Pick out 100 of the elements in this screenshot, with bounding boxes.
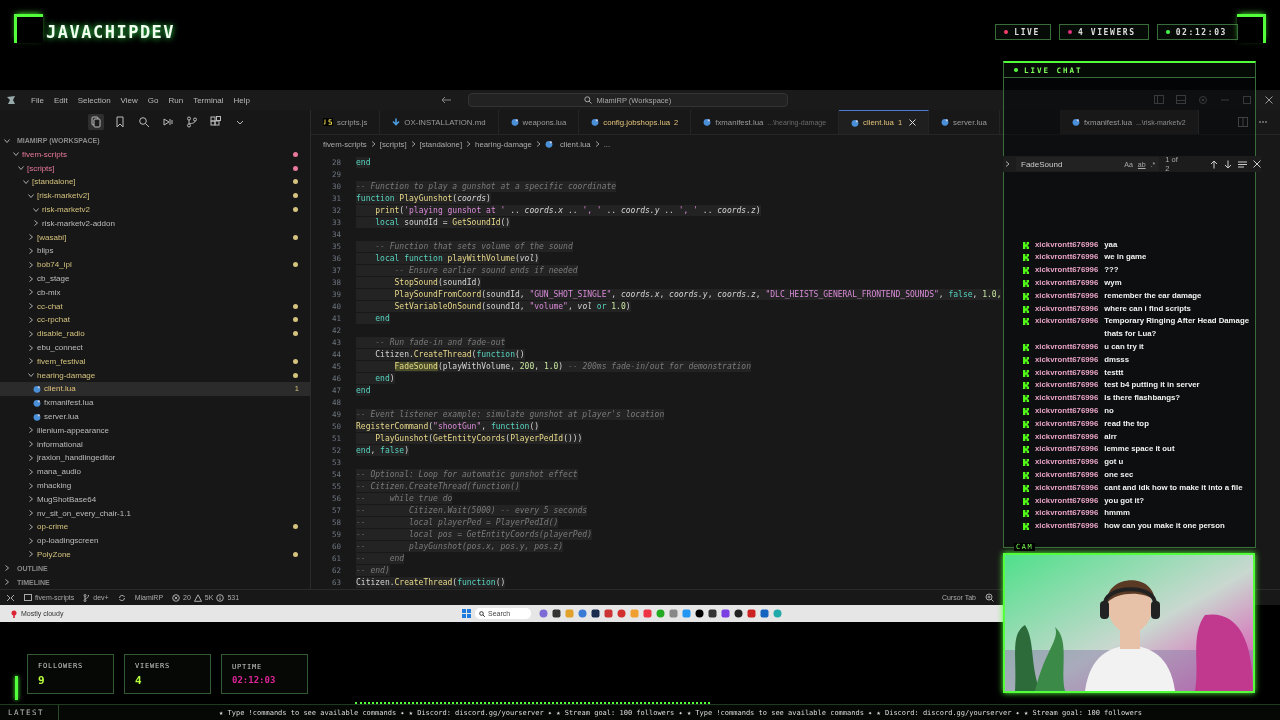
files-icon[interactable] [88, 113, 104, 130]
explorer-folder[interactable]: fivem-scripts [0, 147, 310, 162]
moon-file-icon [510, 118, 519, 126]
explorer-folder[interactable]: mhacking [0, 478, 310, 493]
platform-badge-icon [1023, 497, 1029, 505]
moon-file-icon [851, 118, 860, 127]
moon-file-icon [703, 118, 712, 126]
stat-value: 9 [38, 673, 46, 687]
platform-badge-icon [1023, 292, 1029, 300]
warning-icon [193, 593, 202, 602]
menu-item[interactable]: Go [142, 95, 164, 105]
explorer-folder[interactable]: disable_radio [0, 326, 310, 341]
platform-badge-icon [1023, 280, 1029, 288]
explorer-folder[interactable]: [standalone] [0, 175, 310, 189]
start-icon[interactable] [462, 609, 471, 618]
menu-item[interactable]: Terminal [188, 95, 229, 105]
explorer-folder[interactable]: PolyZone [0, 547, 310, 562]
platform-badge-icon [1023, 510, 1029, 518]
platform-badge-icon [1023, 344, 1029, 352]
badge-label: 4 VIEWERS [1077, 27, 1136, 37]
platform-badge-icon [1023, 395, 1029, 403]
close-icon[interactable] [1264, 95, 1274, 105]
chevron-right-icon [410, 141, 416, 147]
platform-badge-icon [1023, 318, 1029, 326]
explorer-folder[interactable]: [scripts] [0, 161, 310, 176]
chevron-right-icon[interactable] [1005, 161, 1010, 167]
moon-file-icon [1071, 118, 1080, 126]
explorer-folder[interactable]: fivem_festival [0, 354, 310, 369]
menu-item[interactable]: Run [163, 95, 189, 105]
arrow-up-icon[interactable] [1210, 159, 1218, 169]
close-icon[interactable] [1253, 160, 1261, 168]
badge-label: 02:12:03 [1175, 27, 1227, 37]
menu-item[interactable]: Help [228, 95, 255, 105]
platform-badge-icon [1023, 446, 1029, 454]
explorer-folder[interactable]: hearing-damage [0, 368, 310, 383]
explorer-folder[interactable]: [wasabi] [0, 230, 310, 245]
zoom-icon[interactable] [985, 593, 994, 602]
platform-badge-icon [1023, 472, 1029, 479]
js-file-icon [323, 118, 333, 126]
menu-item[interactable]: File [26, 95, 49, 105]
platform-badge-icon [1023, 382, 1029, 390]
explorer-folder[interactable]: ebu_connect [0, 340, 310, 355]
explorer-folder[interactable]: cb-mix [0, 285, 310, 300]
menu-item[interactable]: Selection [72, 95, 116, 105]
explorer-folder[interactable]: risk-marketv2-addon [0, 216, 310, 231]
menu-item[interactable]: View [115, 95, 143, 105]
arrow-down-icon[interactable] [1224, 159, 1232, 169]
explorer-folder[interactable]: jraxion_handlingeditor [0, 451, 310, 465]
explorer-folder[interactable]: [risk-marketv2] [0, 188, 310, 203]
explorer-lua-entry[interactable]: fxmanifest.lua [0, 395, 310, 410]
folder-icon [24, 594, 32, 601]
platform-badge-icon [1023, 459, 1029, 467]
moon-file-icon [33, 384, 41, 393]
sync-icon[interactable] [117, 593, 126, 602]
download-arrow-icon [392, 118, 401, 126]
info-icon [216, 593, 225, 602]
explorer-folder[interactable]: mana_audio [0, 464, 310, 479]
chevron-right-icon [466, 141, 472, 147]
error-icon [172, 593, 181, 602]
explorer-folder[interactable]: nv_sit_on_every_chair-1.1 [0, 506, 310, 520]
explorer-folder[interactable]: blips [0, 244, 310, 258]
explorer-folder[interactable]: illenium-appearance [0, 423, 310, 438]
chevron-down-icon[interactable] [28, 372, 34, 379]
explorer-folder[interactable]: op-loadingscreen [0, 533, 310, 548]
moon-file-icon [544, 140, 553, 148]
explorer-folder[interactable]: cc-chat [0, 299, 310, 314]
back-arrow-icon[interactable] [439, 95, 452, 105]
platform-badge-icon [1023, 408, 1029, 416]
explorer-lua-entry[interactable]: server.lua [0, 409, 310, 424]
moon-file-icon [33, 412, 41, 421]
explorer-folder[interactable]: op-crime [0, 520, 310, 534]
search-icon [479, 610, 485, 617]
selection-lines-icon[interactable] [1238, 159, 1247, 169]
explorer-folder[interactable]: MugShotBase64 [0, 492, 310, 507]
moon-file-icon [591, 118, 600, 126]
platform-badge-icon [1023, 484, 1029, 492]
badge-label: LIVE [1014, 27, 1040, 37]
branch-icon[interactable] [184, 113, 200, 130]
chevron-right-icon [370, 141, 376, 147]
status-dot [1014, 68, 1018, 72]
explorer-folder[interactable]: cc-rpchat [0, 313, 310, 327]
platform-badge-icon [1023, 241, 1029, 249]
platform-badge-icon [1023, 420, 1029, 428]
chevron-right-icon [594, 141, 600, 147]
platform-badge-icon [1023, 267, 1029, 275]
app-logo-icon [6, 95, 16, 105]
platform-badge-icon [1023, 356, 1029, 364]
platform-badge-icon [1023, 254, 1029, 262]
platform-badge-icon [1023, 523, 1029, 531]
explorer-folder[interactable]: risk-marketv2 [0, 202, 310, 217]
logo-text: JAVACHIPDEV [46, 22, 176, 42]
platform-badge-icon [1023, 369, 1029, 377]
explorer-folder[interactable]: cb_stage [0, 271, 310, 286]
menu-item[interactable]: Edit [48, 95, 73, 105]
search-icon [584, 96, 593, 104]
platform-badge-icon [1023, 433, 1029, 441]
weather-icon [10, 609, 18, 618]
explorer-folder[interactable]: informational [0, 437, 310, 451]
remote-icon[interactable] [6, 593, 15, 602]
explorer-folder[interactable]: bob74_ipl [0, 257, 310, 272]
